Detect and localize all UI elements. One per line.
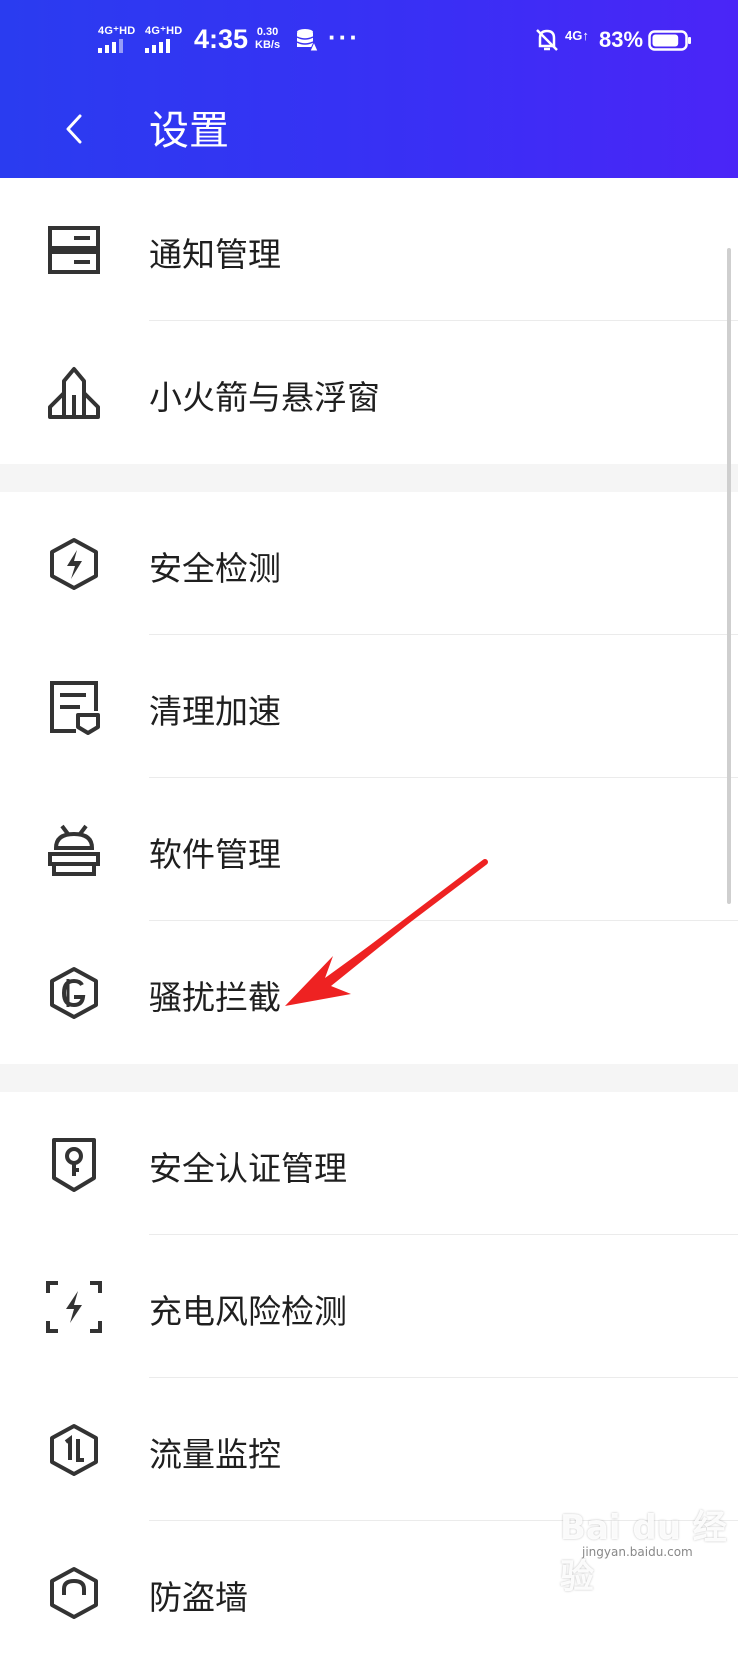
database-warning-icon [296,29,318,52]
navigation-bar: 设置 [0,82,738,178]
battery-percent: 83% [599,27,644,52]
sim1-network-label: 4G⁺HD [98,25,136,37]
menu-item-rocket-floating-window[interactable]: 小火箭与悬浮窗 [0,321,738,464]
block-shield-icon [50,967,98,1019]
android-robot-icon [48,824,100,876]
battery-icon [648,30,691,51]
menu-item-label: 软件管理 [149,835,281,874]
red-arrow-annotation [285,859,488,1006]
network-speed: 0.30 KB/s [255,26,280,52]
shield-bolt-icon [50,538,98,590]
section-gap [0,464,738,492]
menu-item-label: 小火箭与悬浮窗 [149,378,380,417]
clock: 4:35 [194,24,249,54]
more-notifications-icon: ··· [328,22,360,52]
menu-item-security-scan[interactable]: 安全检测 [0,492,738,635]
menu-item-label: 安全认证管理 [149,1149,347,1188]
bell-muted-icon [536,29,558,51]
clean-document-icon [50,681,100,735]
notification-list-icon [48,226,100,274]
sim2-network-label: 4G⁺HD [145,25,183,37]
app-header: 4G⁺HD 4G⁺HD 4:35 0.30 KB/s ··· 4G↑ 83% 设… [0,0,738,178]
menu-item-clean-speedup[interactable]: 清理加速 [0,635,738,778]
menu-item-label: 安全检测 [149,549,281,588]
status-bar: 4G⁺HD 4G⁺HD 4:35 0.30 KB/s ··· 4G↑ 83% [0,0,738,82]
scrollbar[interactable] [727,248,731,904]
section-gap [0,1064,738,1092]
anti-theft-icon [50,1567,98,1619]
menu-item-charging-risk-check[interactable]: 充电风险检测 [0,1235,738,1378]
rocket-icon [48,367,100,419]
charge-scan-icon [46,1281,102,1333]
menu-item-security-certification[interactable]: 安全认证管理 [0,1092,738,1235]
back-arrow-icon[interactable] [58,106,88,152]
sim1-signal-icon: 4G⁺HD [98,24,140,54]
speed-value: 0.30 [256,26,279,38]
menu-item-notification-management[interactable]: 通知管理 [0,178,738,321]
menu-item-label: 通知管理 [149,235,281,274]
menu-item-label: 清理加速 [149,692,281,731]
speed-unit: KB/s [255,39,281,51]
watermark-url: jingyan.baidu.com [582,1545,693,1559]
menu-item-label: 充电风险检测 [149,1292,347,1331]
mobile-data-indicator: 4G↑ [565,28,589,43]
sim2-signal-icon: 4G⁺HD [145,24,187,54]
page-title: 设置 [149,108,229,154]
menu-item-label: 流量监控 [149,1435,281,1474]
traffic-monitor-icon [50,1424,98,1476]
menu-item-label: 骚扰拦截 [149,978,281,1017]
menu-item-label: 防盗墙 [149,1578,248,1617]
key-shield-icon [52,1138,96,1192]
network-type: 4G↑ [565,28,589,43]
